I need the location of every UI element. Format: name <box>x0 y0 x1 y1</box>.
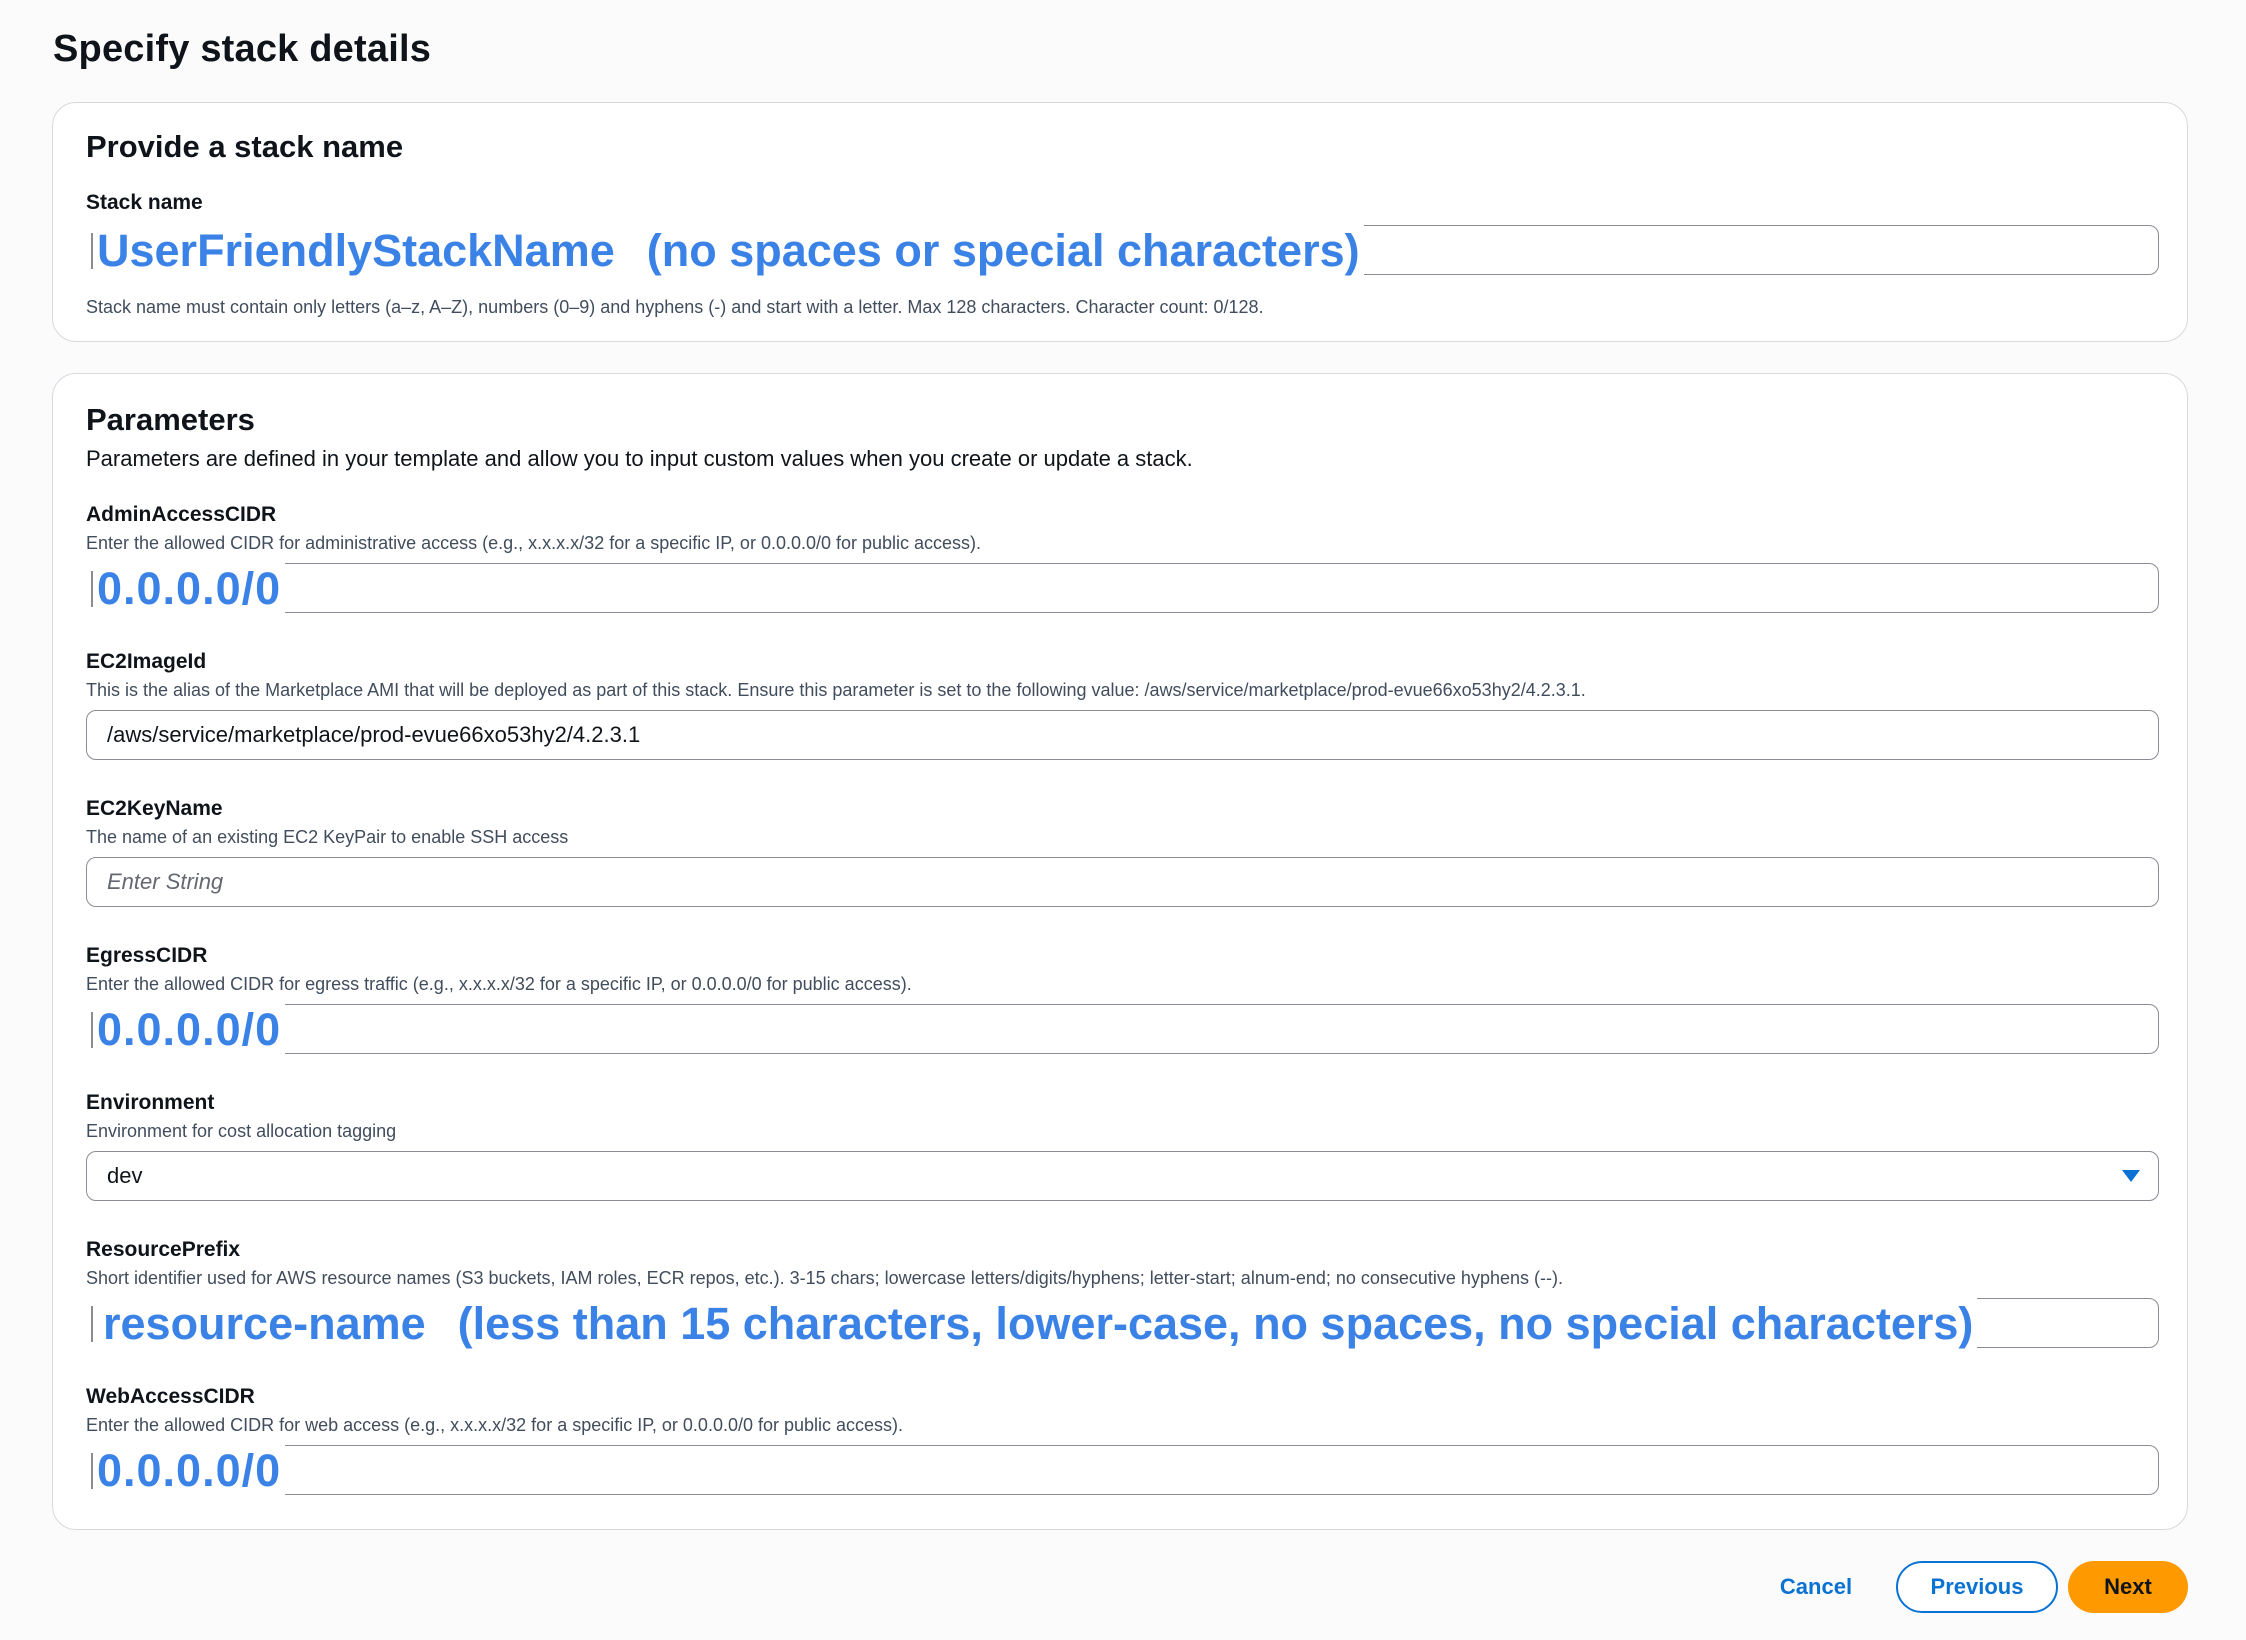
stack-name-input[interactable]: UserFriendlyStackName (no spaces or spec… <box>85 220 2159 282</box>
resource-prefix-label: ResourcePrefix <box>86 1238 241 1261</box>
stack-name-input-edge <box>91 233 93 269</box>
egress-cidr-input[interactable]: 0.0.0.0/0 <box>85 999 2159 1061</box>
resource-prefix-input-edge <box>91 1306 93 1342</box>
egress-cidr-input-edge <box>91 1012 93 1048</box>
environment-label: Environment <box>86 1091 215 1114</box>
environment-select[interactable]: dev <box>86 1151 2159 1201</box>
web-access-cidr-label: WebAccessCIDR <box>86 1385 255 1408</box>
ec2-image-id-value: /aws/service/marketplace/prod-evue66xo53… <box>107 722 641 747</box>
parameters-card: Parameters Parameters are defined in you… <box>52 373 2188 1530</box>
admin-access-cidr-value: 0.0.0.0/0 <box>85 558 286 620</box>
admin-access-cidr-description: Enter the allowed CIDR for administrativ… <box>86 533 982 553</box>
parameters-heading: Parameters <box>86 402 255 437</box>
admin-access-cidr-input[interactable]: 0.0.0.0/0 <box>85 558 2159 620</box>
resource-prefix-value-text: resource-name <box>103 1298 426 1349</box>
web-access-cidr-value: 0.0.0.0/0 <box>85 1440 286 1502</box>
web-access-cidr-description: Enter the allowed CIDR for web access (e… <box>86 1415 904 1435</box>
web-access-cidr-input[interactable]: 0.0.0.0/0 <box>85 1440 2159 1502</box>
page-title: Specify stack details <box>53 28 432 70</box>
egress-cidr-label: EgressCIDR <box>86 944 208 967</box>
previous-button[interactable]: Previous <box>1896 1561 2058 1613</box>
stack-name-heading: Provide a stack name <box>86 129 404 164</box>
resource-prefix-input[interactable]: resource-name (less than 15 characters, … <box>85 1293 2159 1355</box>
ec2-key-name-placeholder: Enter String <box>107 869 224 894</box>
stack-name-value: UserFriendlyStackName (no spaces or spec… <box>85 220 1364 282</box>
parameters-description: Parameters are defined in your template … <box>86 446 1193 471</box>
caret-down-icon[interactable] <box>2122 1170 2140 1182</box>
ec2-image-id-label: EC2ImageId <box>86 650 207 673</box>
resource-prefix-description: Short identifier used for AWS resource n… <box>86 1268 1563 1288</box>
stack-name-label: Stack name <box>86 191 203 214</box>
resource-prefix-note: (less than 15 characters, lower-case, no… <box>457 1298 1974 1349</box>
stack-name-note: (no spaces or special characters) <box>646 225 1360 276</box>
environment-selected-value: dev <box>107 1163 143 1188</box>
admin-access-cidr-label: AdminAccessCIDR <box>86 503 277 526</box>
ec2-image-id-input[interactable]: /aws/service/marketplace/prod-evue66xo53… <box>86 710 2159 760</box>
resource-prefix-value: resource-name (less than 15 characters, … <box>85 1293 1978 1355</box>
web-access-cidr-input-edge <box>91 1453 93 1489</box>
next-button[interactable]: Next <box>2068 1561 2188 1613</box>
egress-cidr-description: Enter the allowed CIDR for egress traffi… <box>86 974 912 994</box>
egress-cidr-value: 0.0.0.0/0 <box>85 999 286 1061</box>
stack-name-value-text: UserFriendlyStackName <box>97 225 615 276</box>
stack-name-card: Provide a stack name Stack name UserFrie… <box>52 102 2188 342</box>
ec2-key-name-description: The name of an existing EC2 KeyPair to e… <box>86 827 569 847</box>
ec2-image-id-description: This is the alias of the Marketplace AMI… <box>86 680 1586 700</box>
environment-description: Environment for cost allocation tagging <box>86 1121 397 1141</box>
stack-name-constraint: Stack name must contain only letters (a–… <box>86 297 1264 317</box>
ec2-key-name-label: EC2KeyName <box>86 797 223 820</box>
admin-access-cidr-value-text: 0.0.0.0/0 <box>97 563 282 614</box>
admin-access-cidr-input-edge <box>91 571 93 607</box>
cancel-button[interactable]: Cancel <box>1756 1561 1876 1613</box>
ec2-key-name-input[interactable]: Enter String <box>86 857 2159 907</box>
web-access-cidr-value-text: 0.0.0.0/0 <box>97 1445 282 1496</box>
egress-cidr-value-text: 0.0.0.0/0 <box>97 1004 282 1055</box>
